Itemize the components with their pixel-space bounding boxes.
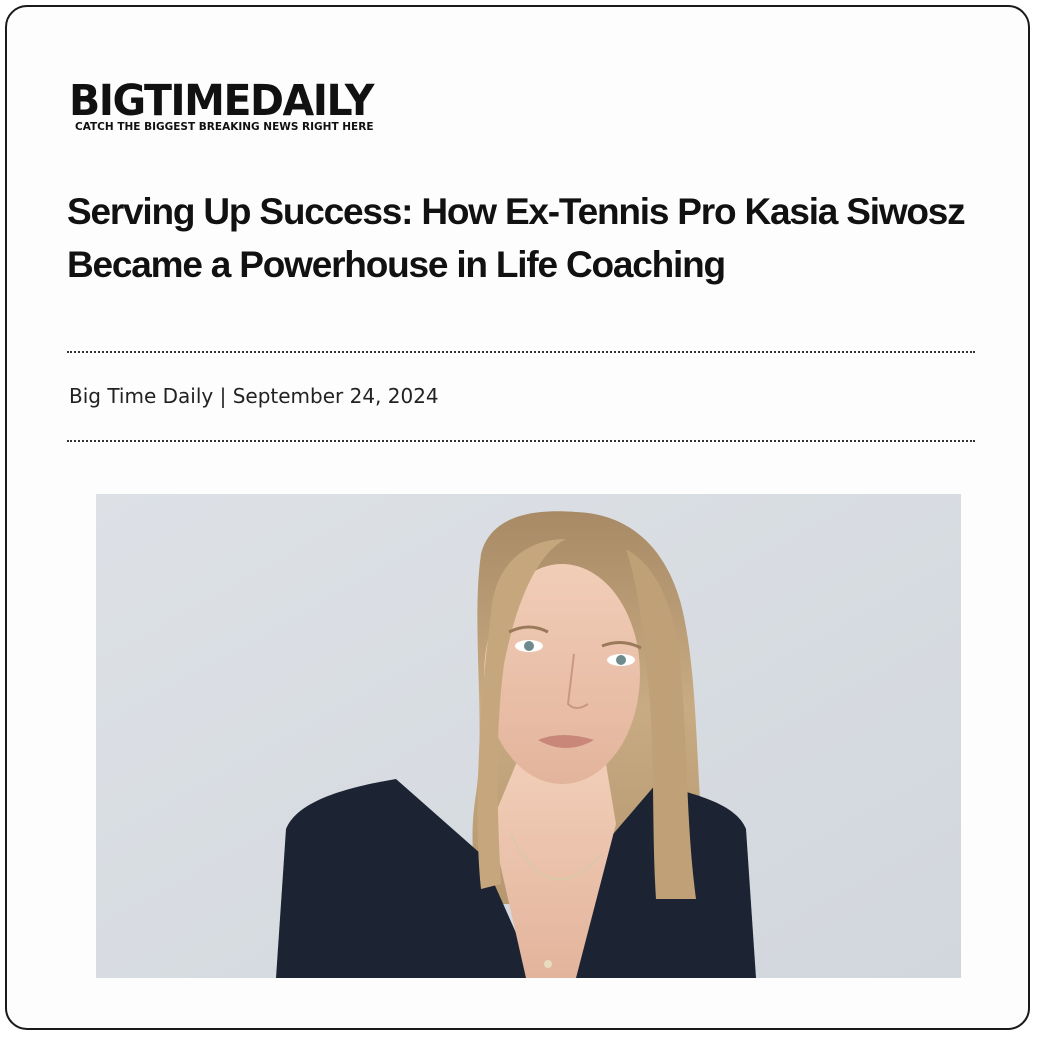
- divider-bottom: [67, 440, 975, 442]
- article-photo: [96, 494, 961, 978]
- portrait-illustration: [96, 494, 961, 978]
- article-card: BIGTIMEDAILY CATCH THE BIGGEST BREAKING …: [5, 5, 1030, 1030]
- logo-wordmark: BIGTIMEDAILY: [69, 74, 374, 126]
- article-headline: Serving Up Success: How Ex-Tennis Pro Ka…: [67, 185, 997, 291]
- site-logo[interactable]: BIGTIMEDAILY CATCH THE BIGGEST BREAKING …: [69, 77, 395, 133]
- headline-line-2: Became a Powerhouse in Life Coaching: [67, 244, 726, 285]
- article-byline: Big Time Daily | September 24, 2024: [69, 384, 439, 408]
- divider-top: [67, 351, 975, 353]
- headline-line-1: Serving Up Success: How Ex-Tennis Pro Ka…: [67, 191, 966, 232]
